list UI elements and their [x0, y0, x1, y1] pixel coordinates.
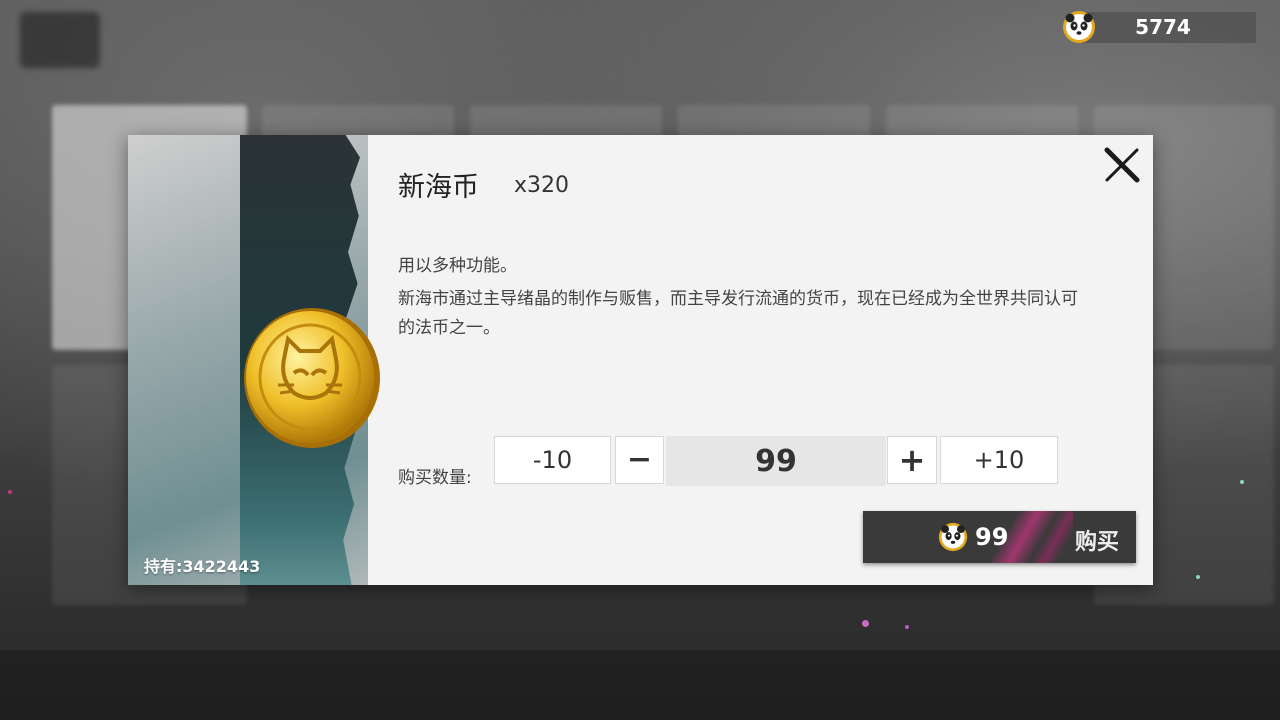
buy-price: 99: [975, 523, 1009, 551]
background-logo: [20, 12, 100, 68]
quantity-label: 购买数量:: [398, 468, 472, 488]
buy-button[interactable]: 99 购买: [863, 511, 1136, 563]
purchase-dialog: 持有:3422443 新海币 x320 用以多种功能。 新海市通过主导绪晶的制作…: [128, 135, 1153, 585]
close-icon: [1104, 147, 1140, 183]
plus-10-button[interactable]: +10: [940, 436, 1058, 484]
quantity-value[interactable]: 99: [666, 436, 886, 486]
sparkle: [8, 490, 12, 494]
sparkle: [1196, 575, 1200, 579]
close-button[interactable]: [1102, 145, 1142, 185]
minus-button[interactable]: −: [615, 436, 664, 484]
plus-button[interactable]: +: [887, 436, 937, 484]
panda-coin-icon: [938, 522, 968, 552]
buy-label: 购买: [1075, 530, 1120, 555]
item-description-short: 用以多种功能。: [398, 256, 517, 276]
currency-amount: 5774: [1135, 15, 1191, 39]
background-footer: [0, 650, 1280, 720]
new-sea-coin-icon: [242, 307, 382, 449]
sparkle: [1240, 480, 1244, 484]
sparkle: [905, 625, 909, 629]
minus-10-button[interactable]: -10: [494, 436, 611, 484]
panda-coin-icon: [1062, 10, 1096, 44]
item-name: 新海币: [398, 172, 479, 203]
item-description-long: 新海市通过主导绪晶的制作与贩售，而主导发行流通的货币，现在已经成为全世界共同认可…: [398, 289, 1078, 338]
item-count: x320: [514, 173, 570, 198]
owned-count: 持有:3422443: [144, 557, 261, 576]
sparkle: [862, 620, 869, 627]
